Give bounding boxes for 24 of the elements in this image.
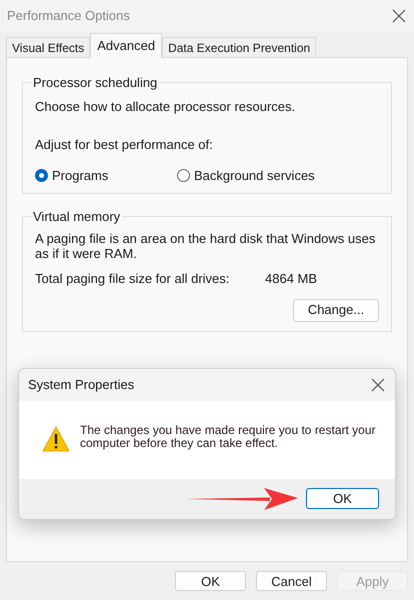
dialog-button[interactable]: Cancel bbox=[256, 571, 327, 591]
close-icon[interactable] bbox=[392, 9, 406, 23]
window-title: Performance Options bbox=[7, 7, 130, 26]
size-label: Total paging file size for all drives: bbox=[35, 270, 230, 288]
tab[interactable]: Data Execution Prevention bbox=[162, 37, 316, 57]
radio-label: Background services bbox=[194, 167, 315, 185]
prompt-text: Adjust for best performance of: bbox=[35, 136, 214, 154]
radio-icon[interactable] bbox=[35, 169, 48, 182]
radio-option[interactable]: Programs bbox=[35, 166, 177, 186]
tab[interactable]: Visual Effects bbox=[6, 37, 90, 57]
tab[interactable]: Advanced bbox=[90, 33, 162, 58]
description-text: A paging file is an area on the hard disk that Windows uses as if it were RAM. bbox=[35, 231, 376, 261]
change-button[interactable]: Change... bbox=[293, 298, 379, 322]
close-icon[interactable] bbox=[371, 378, 385, 392]
dialog-message: The changes you have made require you to restart your computer before they can take effect. bbox=[80, 424, 376, 450]
radio-icon[interactable] bbox=[177, 169, 190, 182]
dialog-title: System Properties bbox=[28, 376, 134, 394]
warning-icon bbox=[42, 425, 70, 453]
size-value: 4864 MB bbox=[265, 270, 318, 288]
radio-option[interactable]: Background services bbox=[177, 166, 315, 186]
radio-label: Programs bbox=[52, 167, 108, 185]
description-text: Choose how to allocate processor resources. bbox=[35, 98, 296, 116]
dialog-button[interactable]: OK bbox=[175, 571, 246, 591]
ok-button[interactable]: OK bbox=[306, 488, 379, 508]
